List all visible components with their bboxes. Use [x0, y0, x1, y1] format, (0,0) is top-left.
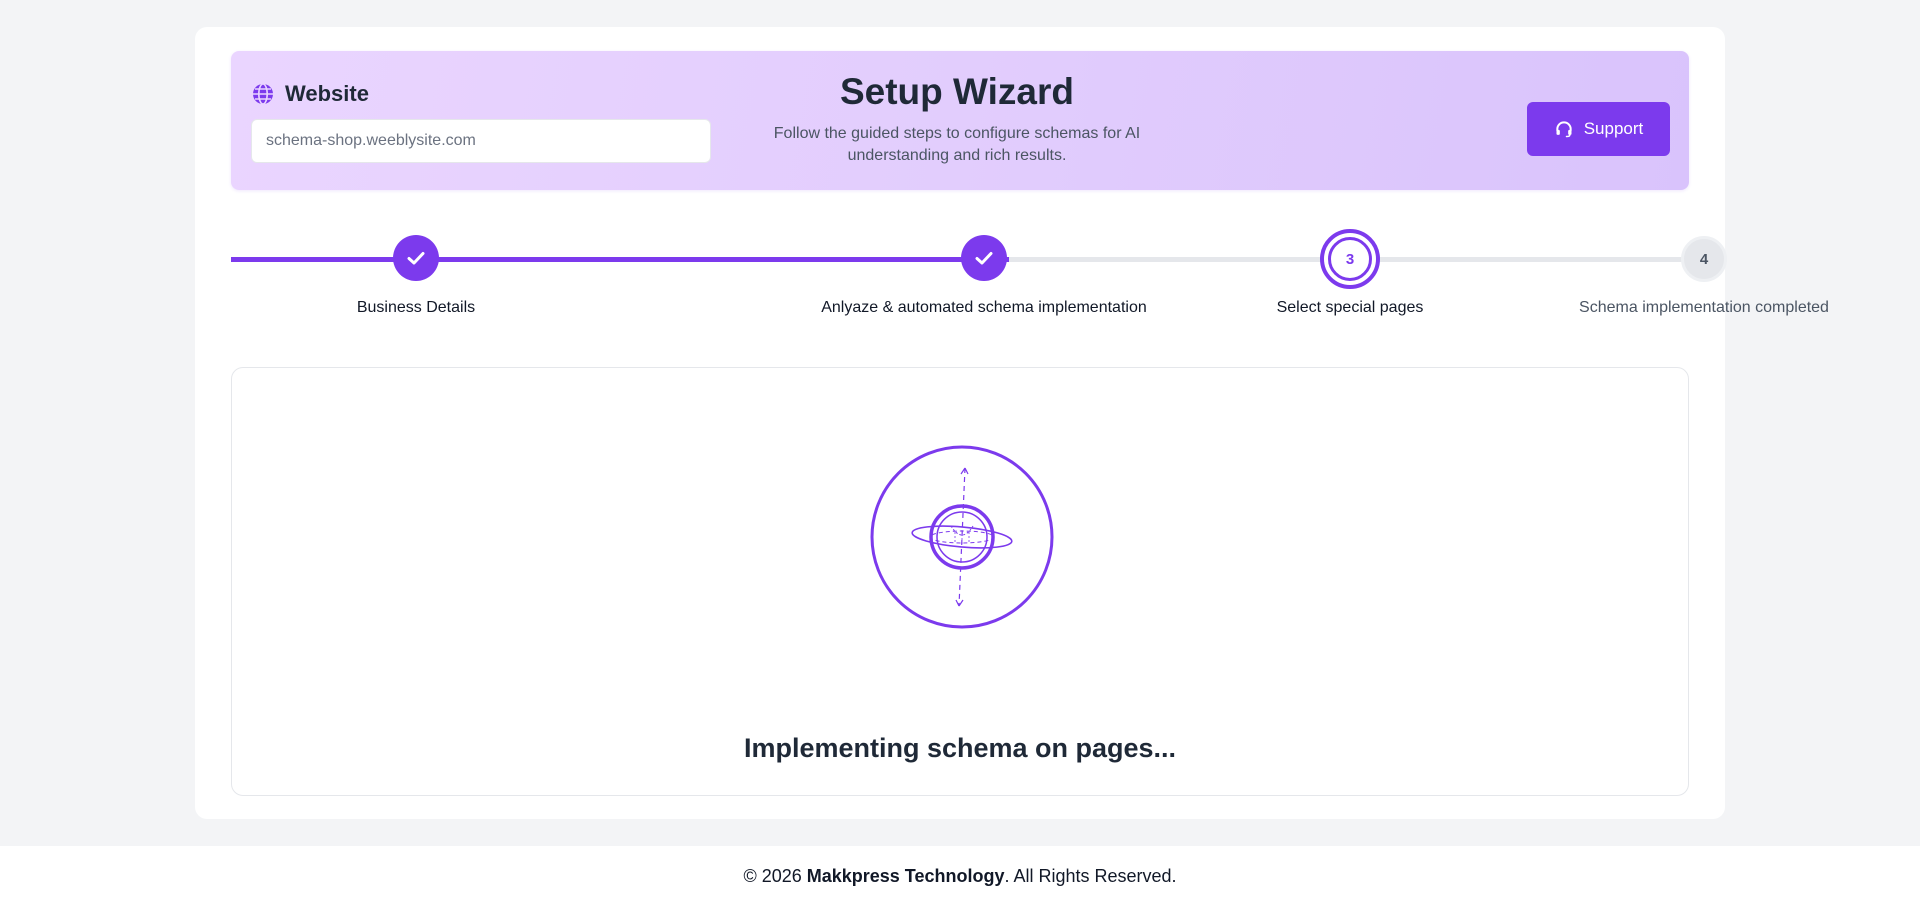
step-3-active-circle: 3 [1320, 229, 1380, 289]
website-label-group: Website [251, 81, 369, 107]
step-3-label: Select special pages [1276, 299, 1424, 316]
globe-icon [253, 83, 273, 105]
support-button-label: Support [1583, 119, 1644, 138]
step-2-label: Anlyaze & automated schema implementatio… [821, 299, 1147, 316]
setup-wizard-card: Website Setup Wizard Follow the guided s… [195, 27, 1829, 819]
copyright-prefix: © 2026 [743, 865, 807, 886]
website-url-input[interactable] [251, 119, 711, 163]
step-1-label: Business Details [356, 299, 476, 316]
page-title: Setup Wizard [839, 71, 1074, 112]
checkmark-icon [407, 252, 425, 265]
implementation-status-text: Implementing schema on pages... [743, 733, 1177, 763]
step-1-complete-circle [393, 235, 439, 281]
copyright-suffix: . All Rights Reserved. [1004, 865, 1177, 886]
step-3-number: 3 [1328, 237, 1372, 281]
company-name: Makkpress Technology [806, 865, 1005, 886]
stepper-progress [231, 257, 1009, 262]
headset-icon [1556, 121, 1572, 138]
spinning-globe-icon [870, 445, 1054, 629]
page-footer: © 2026 Makkpress Technology . All Rights… [0, 846, 1920, 922]
step-2-complete-circle [961, 235, 1007, 281]
website-label: Website [285, 81, 369, 106]
wizard-stepper: Business Details Anlyaze & automated sch… [231, 227, 1829, 327]
checkmark-icon [975, 252, 993, 265]
support-button[interactable]: Support [1527, 102, 1670, 156]
page-subtitle: Follow the guided steps to configure sch… [773, 125, 1141, 164]
implementation-panel: Implementing schema on pages... [231, 367, 1689, 796]
step-4-label: Schema implementation completed [1579, 299, 1829, 316]
step-4-number: 4 [1681, 236, 1727, 282]
wizard-header: Website Setup Wizard Follow the guided s… [231, 51, 1689, 190]
